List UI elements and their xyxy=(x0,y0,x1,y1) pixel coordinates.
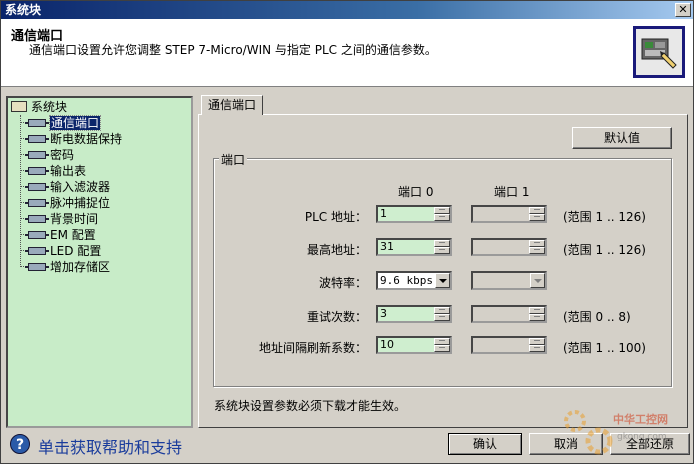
spin-up-icon[interactable] xyxy=(434,307,450,314)
spin-down-icon xyxy=(529,247,545,254)
module-icon xyxy=(25,167,49,175)
spin-down-icon[interactable] xyxy=(434,247,450,254)
spin-down-icon xyxy=(529,345,545,352)
tree-item-password[interactable]: 密码 xyxy=(20,147,74,163)
spin-down-icon xyxy=(529,314,545,321)
svg-text:中华工控网: 中华工控网 xyxy=(613,412,668,426)
window-title: 系统块 xyxy=(5,3,42,17)
help-link[interactable]: 单击获取帮助和支持 xyxy=(38,434,182,458)
module-icon xyxy=(25,151,49,159)
module-icon xyxy=(25,199,49,207)
tree-item-em-config[interactable]: EM 配置 xyxy=(20,227,96,243)
retry-count-label: 重试次数： xyxy=(306,310,367,324)
help-icon[interactable]: ? xyxy=(10,434,30,454)
baud-rate-label: 波特率： xyxy=(318,276,367,290)
header-description: 通信端口设置允许您调整 STEP 7-Micro/WIN 与指定 PLC 之间的… xyxy=(29,43,437,57)
plc-address-port1-spinner xyxy=(471,205,547,223)
port-groupbox-title: 端口 xyxy=(219,151,248,168)
tree-item-label: LED 配置 xyxy=(50,244,102,258)
system-block-dialog: 系统块 ✕ 通信端口 通信端口设置允许您调整 STEP 7-Micro/WIN … xyxy=(0,0,694,464)
gap-update-factor-label: 地址间隔刷新系数： xyxy=(258,341,367,355)
max-address-port1-spinner xyxy=(471,238,547,256)
module-icon xyxy=(25,215,49,223)
tree-item-retentive[interactable]: 断电数据保持 xyxy=(20,131,122,147)
gap-update-factor-port1-spinner xyxy=(471,336,547,354)
retry-count-range: (范围 0 .. 8) xyxy=(563,310,631,324)
tree-root-label: 系统块 xyxy=(31,100,68,114)
plc-address-label: PLC 地址： xyxy=(304,210,367,224)
tree-root[interactable]: 系统块 xyxy=(11,99,67,115)
spin-up-icon xyxy=(529,307,545,314)
baud-rate-port0-value: 9.6 kbps xyxy=(380,274,433,287)
close-button[interactable]: ✕ xyxy=(675,3,691,17)
plc-address-port0-spinner[interactable]: 1 xyxy=(376,205,452,223)
baud-rate-port1-select xyxy=(471,271,547,290)
tree-item-label: 通信端口 xyxy=(48,115,102,131)
tree-item-label: 断电数据保持 xyxy=(50,132,123,146)
tree-item-input-filter[interactable]: 输入滤波器 xyxy=(20,179,110,195)
system-block-tree: 系统块 通信端口 断电数据保持 密码 输出表 输入滤波器 脉冲捕捉位 背景时间 … xyxy=(6,96,193,428)
spin-up-icon xyxy=(529,338,545,345)
tree-item-label: 脉冲捕捉位 xyxy=(50,196,111,210)
spin-down-icon[interactable] xyxy=(434,214,450,221)
gap-update-factor-port0-value: 10 xyxy=(380,338,394,351)
plc-address-range: (范围 1 .. 126) xyxy=(563,210,646,224)
max-address-label: 最高地址： xyxy=(306,243,367,257)
spin-up-icon xyxy=(529,240,545,247)
download-note: 系统块设置参数必须下载才能生效。 xyxy=(214,399,407,413)
svg-text:gkong.com: gkong.com xyxy=(617,432,667,442)
default-values-button[interactable]: 默认值 xyxy=(572,127,672,149)
max-address-port0-value: 31 xyxy=(380,240,394,253)
retry-count-port0-value: 3 xyxy=(380,307,387,320)
plc-settings-icon xyxy=(633,26,685,78)
title-bar: 系统块 ✕ xyxy=(1,1,693,19)
tree-item-label: EM 配置 xyxy=(50,228,96,242)
tree-item-extra-memory[interactable]: 增加存储区 xyxy=(20,259,110,275)
module-icon xyxy=(25,263,49,271)
module-icon xyxy=(25,119,49,127)
baud-rate-port0-select[interactable]: 9.6 kbps xyxy=(376,271,452,290)
max-address-port0-spinner[interactable]: 31 xyxy=(376,238,452,256)
port0-column-header: 端口 0 xyxy=(398,185,434,199)
module-icon xyxy=(25,135,49,143)
module-icon xyxy=(25,231,49,239)
spin-down-icon[interactable] xyxy=(434,345,450,352)
ok-button[interactable]: 确认 xyxy=(448,433,522,455)
spin-up-icon[interactable] xyxy=(434,207,450,214)
folder-icon xyxy=(11,101,27,112)
tree-item-label: 输出表 xyxy=(50,164,87,178)
chevron-down-icon xyxy=(530,273,545,288)
tree-item-background-time[interactable]: 背景时间 xyxy=(20,211,98,227)
tree-item-label: 背景时间 xyxy=(50,212,99,226)
module-icon xyxy=(25,183,49,191)
tree-item-label: 增加存储区 xyxy=(50,260,111,274)
port1-column-header: 端口 1 xyxy=(494,185,530,199)
retry-count-port1-spinner xyxy=(471,305,547,323)
spin-down-icon[interactable] xyxy=(434,314,450,321)
tree-item-led-config[interactable]: LED 配置 xyxy=(20,243,101,259)
spin-down-icon xyxy=(529,214,545,221)
module-icon xyxy=(25,247,49,255)
spin-up-icon[interactable] xyxy=(434,338,450,345)
tree-item-output-table[interactable]: 输出表 xyxy=(20,163,86,179)
plc-address-port0-value: 1 xyxy=(380,207,387,220)
tree-item-label: 密码 xyxy=(50,148,75,162)
close-icon: ✕ xyxy=(678,3,688,16)
chevron-down-icon[interactable] xyxy=(435,273,450,288)
gap-update-factor-port0-spinner[interactable]: 10 xyxy=(376,336,452,354)
spin-up-icon xyxy=(529,207,545,214)
gap-update-factor-range: (范围 1 .. 100) xyxy=(563,341,646,355)
tab-comm-port[interactable]: 通信端口 xyxy=(201,95,263,115)
header-panel: 通信端口 通信端口设置允许您调整 STEP 7-Micro/WIN 与指定 PL… xyxy=(1,19,693,87)
retry-count-port0-spinner[interactable]: 3 xyxy=(376,305,452,323)
tree-item-label: 输入滤波器 xyxy=(50,180,111,194)
max-address-range: (范围 1 .. 126) xyxy=(563,243,646,257)
spin-up-icon[interactable] xyxy=(434,240,450,247)
watermark-logo: 中华工控网 gkong.com xyxy=(561,405,691,461)
tree-item-comm-port[interactable]: 通信端口 xyxy=(20,115,102,131)
tree-item-pulse-catch[interactable]: 脉冲捕捉位 xyxy=(20,195,110,211)
